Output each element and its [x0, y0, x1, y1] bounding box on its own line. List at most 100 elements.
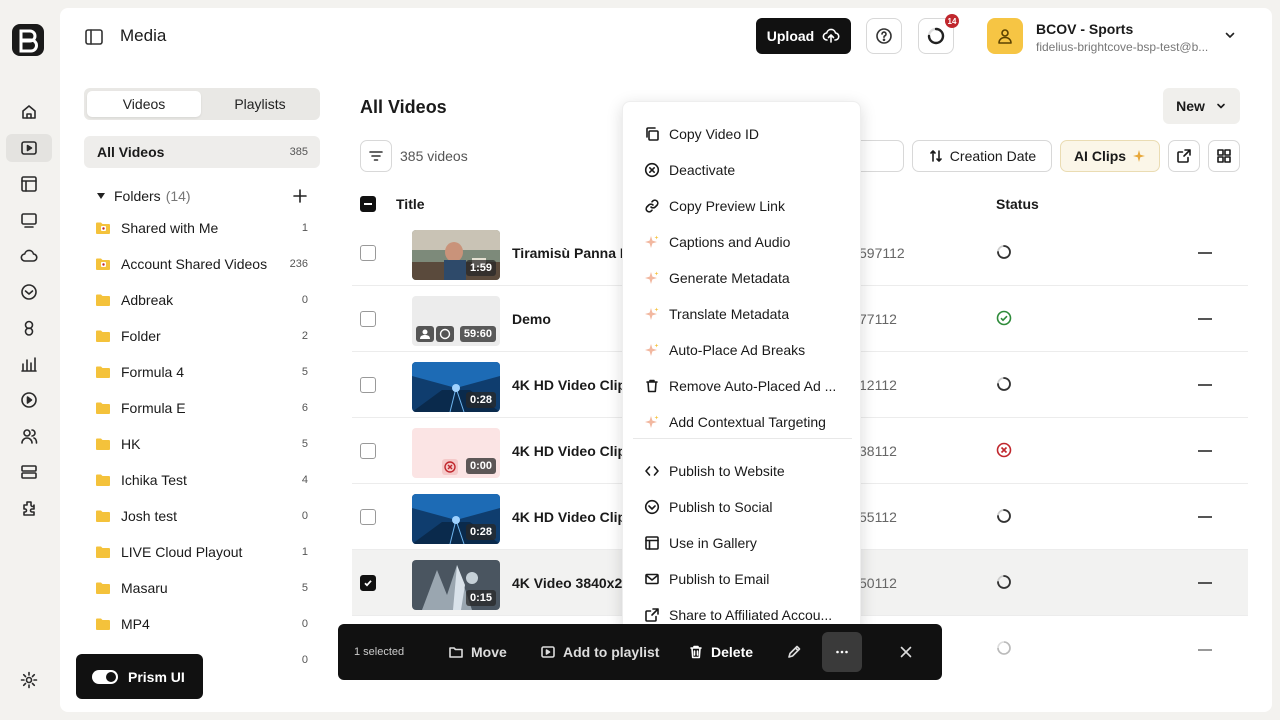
video-thumbnail[interactable]: 1:59 [412, 230, 500, 280]
menu-item[interactable]: Generate Metadata [643, 266, 858, 290]
select-all-checkbox[interactable] [360, 196, 376, 212]
folder-name: Folder [121, 328, 161, 344]
menu-item[interactable]: Publish to Email [643, 567, 858, 591]
video-thumbnail[interactable]: 0:28 [412, 362, 500, 412]
video-thumbnail[interactable]: 0:15 [412, 560, 500, 610]
player-icon[interactable] [6, 206, 52, 234]
folder-item[interactable]: Ichika Test 4 [96, 469, 308, 491]
menu-item[interactable]: Publish to Website [643, 459, 858, 483]
menu-item[interactable]: Add Contextual Targeting [643, 410, 858, 434]
row-checkbox[interactable] [360, 377, 376, 393]
menu-item[interactable]: Translate Metadata [643, 302, 858, 326]
folder-item[interactable]: Adbreak 0 [96, 289, 308, 311]
folder-item[interactable]: LIVE Cloud Playout 1 [96, 541, 308, 563]
menu-item[interactable]: Deactivate [643, 158, 858, 182]
menu-item[interactable]: Use in Gallery [643, 531, 858, 555]
upload-button[interactable]: Upload [756, 18, 851, 54]
analytics-icon[interactable] [6, 350, 52, 378]
sidebar-toggle-icon[interactable] [82, 25, 106, 49]
folder-item[interactable]: HK 5 [96, 433, 308, 455]
folder-item[interactable]: Josh test 0 [96, 505, 308, 527]
social-icon[interactable] [6, 278, 52, 306]
export-button[interactable] [1168, 140, 1200, 172]
edit-button[interactable] [786, 640, 802, 664]
close-selection-button[interactable] [898, 640, 914, 664]
storage-icon[interactable] [6, 458, 52, 486]
menu-item[interactable]: Copy Preview Link [643, 194, 858, 218]
video-title[interactable]: Tiramisù Panna N [512, 245, 630, 261]
folder-item[interactable]: Formula 4 5 [96, 361, 308, 383]
live-icon[interactable] [6, 314, 52, 342]
row-checkbox[interactable] [360, 245, 376, 261]
help-icon [876, 28, 892, 44]
video-thumbnail[interactable]: 0:28 [412, 494, 500, 544]
video-title[interactable]: 4K HD Video Clip [512, 377, 626, 393]
plugins-icon[interactable] [6, 494, 52, 522]
menu-item-label: Captions and Audio [669, 234, 791, 250]
add-folder-icon[interactable] [290, 186, 310, 206]
folder-count: 5 [301, 582, 308, 594]
settings-icon[interactable] [6, 666, 52, 694]
tab-playlists[interactable]: Playlists [203, 91, 317, 117]
folder-name: Adbreak [121, 292, 174, 308]
row-checkbox[interactable] [360, 509, 376, 525]
add-to-playlist-button[interactable]: Add to playlist [540, 640, 659, 664]
tab-videos[interactable]: Videos [87, 91, 201, 117]
video-thumbnail[interactable]: 59:60 [412, 296, 500, 346]
more-actions-button[interactable] [822, 632, 862, 672]
menu-item[interactable]: Copy Video ID [643, 122, 858, 146]
move-button[interactable]: Move [448, 640, 507, 664]
menu-item[interactable]: Remove Auto-Placed Ad ... [643, 374, 858, 398]
menu-item[interactable]: Auto-Place Ad Breaks [643, 338, 858, 362]
row-checkbox[interactable] [360, 443, 376, 459]
folder-item[interactable]: Formula E 6 [96, 397, 308, 419]
row-checkbox[interactable] [360, 311, 376, 327]
video-title[interactable]: Demo [512, 311, 551, 327]
code-icon [643, 462, 661, 480]
prism-ui-toggle[interactable]: Prism UI [76, 654, 203, 699]
delete-button[interactable]: Delete [688, 640, 753, 664]
sparkle-icon [643, 305, 661, 323]
new-button[interactable]: New [1163, 88, 1240, 124]
status-processing-icon [996, 574, 1012, 590]
menu-item[interactable]: Publish to Social [643, 495, 858, 519]
ai-clips-button[interactable]: AI Clips [1060, 140, 1160, 172]
video-thumbnail[interactable]: 0:00 [412, 428, 500, 478]
cloud-icon[interactable] [6, 242, 52, 270]
account-chevron-down-icon[interactable] [1223, 28, 1237, 42]
brightcove-logo[interactable] [10, 22, 46, 58]
row-checkbox[interactable] [360, 575, 376, 591]
column-status[interactable]: Status [996, 196, 1039, 212]
account-email: fidelius-brightcove-bsp-test@b... [1036, 40, 1209, 54]
gallery-icon[interactable] [6, 170, 52, 198]
copy-icon [643, 125, 661, 143]
sort-button[interactable]: Creation Date [912, 140, 1052, 172]
home-icon[interactable] [6, 98, 52, 126]
filter-button[interactable] [360, 140, 392, 172]
menu-item[interactable]: Captions and Audio [643, 230, 858, 254]
column-title[interactable]: Title [396, 196, 425, 212]
folder-item[interactable]: Masaru 5 [96, 577, 308, 599]
folder-item[interactable]: Folder 2 [96, 325, 308, 347]
video-title[interactable]: 4K Video 3840x2 [512, 575, 622, 591]
video-title[interactable]: 4K HD Video Clip [512, 443, 626, 459]
video-title[interactable]: 4K HD Video Clip [512, 509, 626, 525]
folders-count: (14) [165, 188, 191, 204]
avatar[interactable] [987, 18, 1023, 54]
play-circle-icon[interactable] [6, 386, 52, 414]
all-videos-item[interactable]: All Videos 385 [84, 136, 320, 168]
delete-label: Delete [711, 644, 754, 660]
folder-item[interactable]: MP4 0 [96, 613, 308, 635]
menu-item-label: Publish to Email [669, 571, 770, 587]
grid-view-button[interactable] [1208, 140, 1240, 172]
account-name[interactable]: BCOV - Sports [1036, 21, 1133, 37]
folder-item[interactable]: Account Shared Videos 236 [96, 253, 308, 275]
toggle-switch[interactable] [92, 669, 118, 684]
audience-icon[interactable] [6, 422, 52, 450]
video-duration: 59:60 [459, 326, 496, 342]
folder-item[interactable]: Shared with Me 1 [96, 217, 308, 239]
folders-header[interactable]: Folders (14) [96, 188, 191, 204]
media-icon[interactable] [6, 134, 52, 162]
help-button[interactable] [866, 18, 902, 54]
folders-label: Folders [114, 188, 161, 204]
